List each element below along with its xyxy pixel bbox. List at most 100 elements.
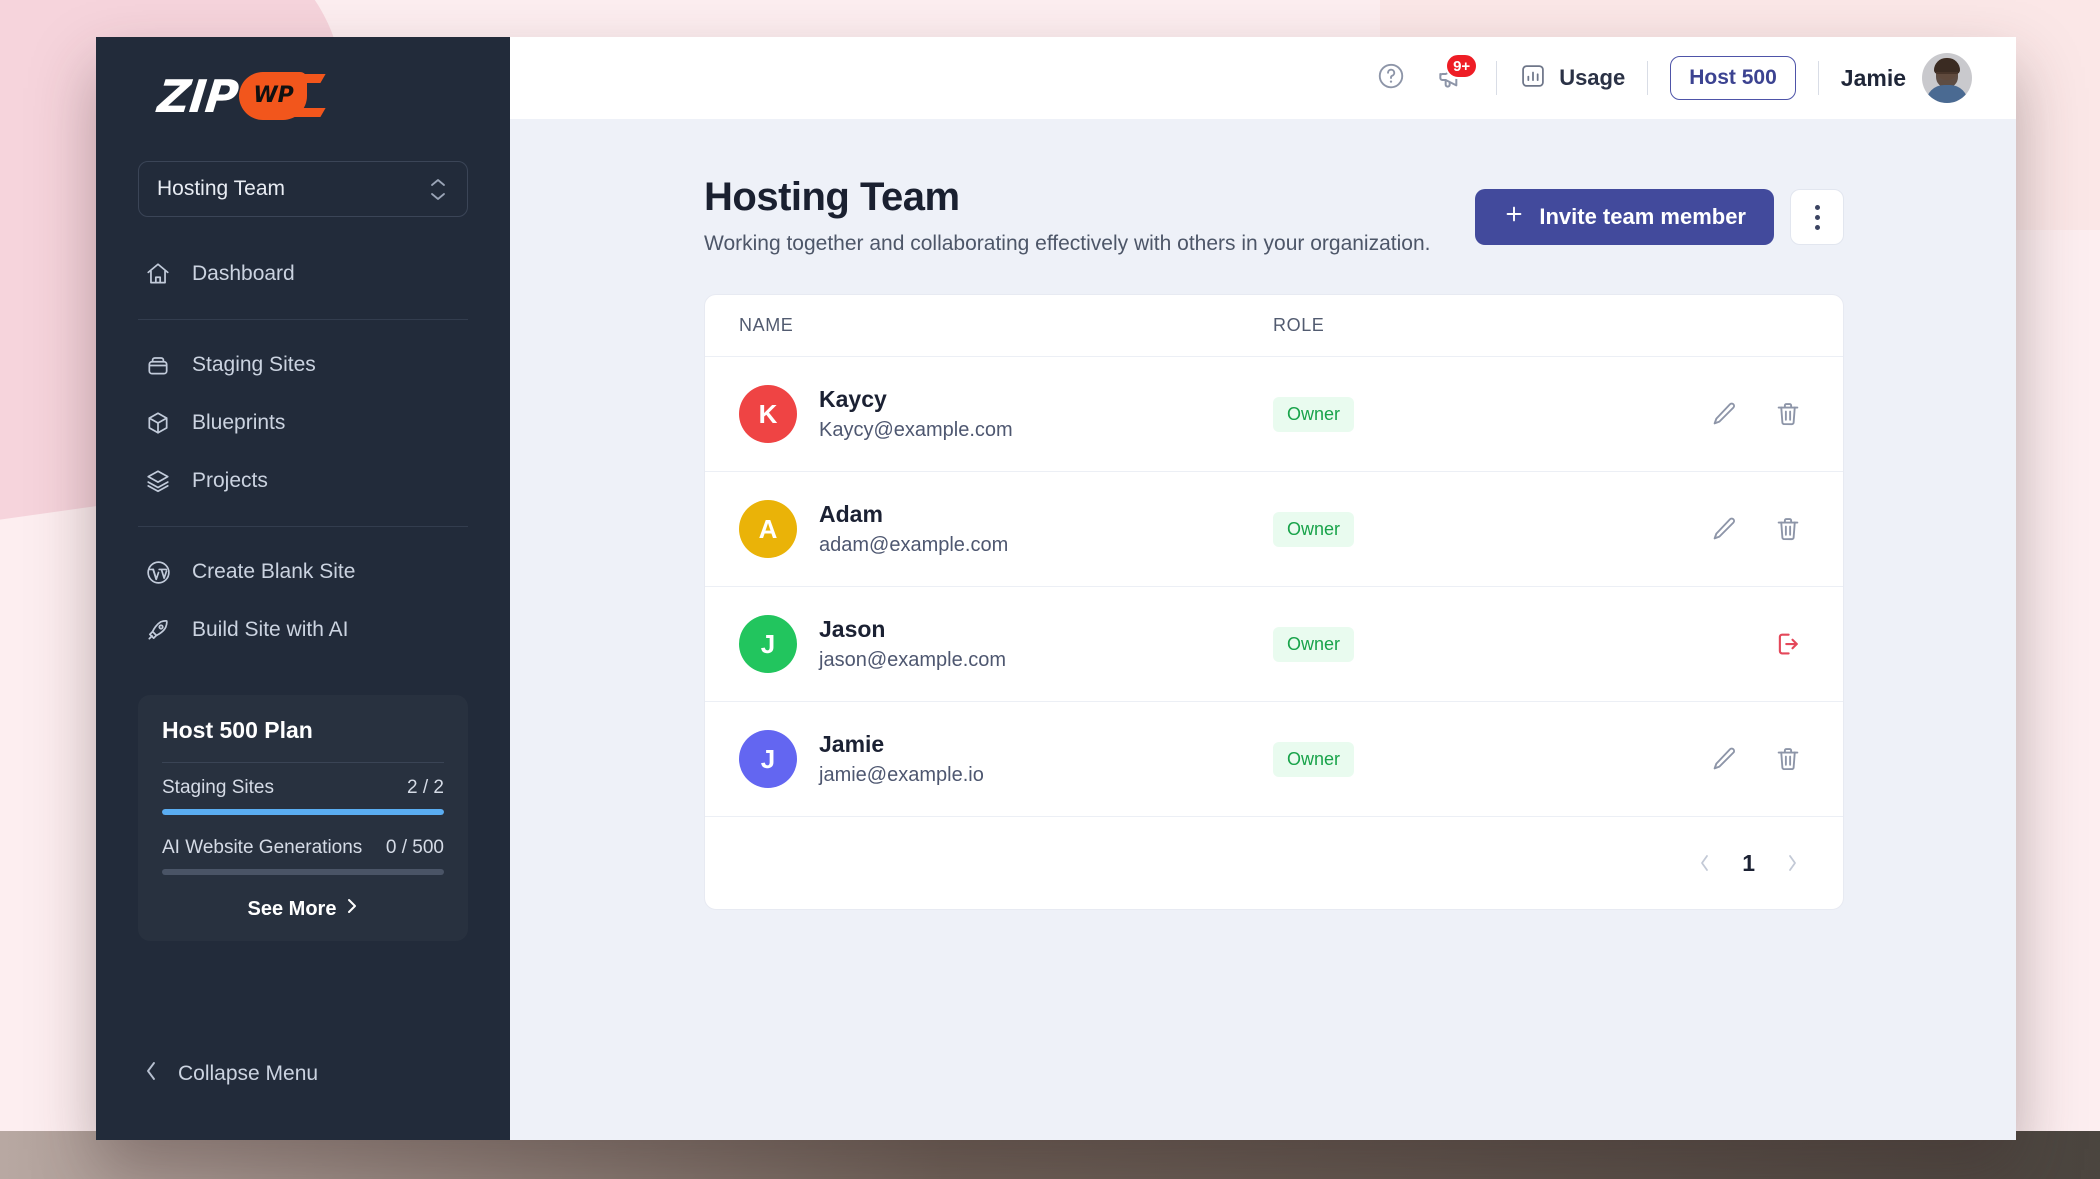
member-role-cell: Owner (1273, 397, 1709, 432)
layers-icon (144, 467, 172, 495)
edit-member-button[interactable] (1709, 399, 1739, 429)
delete-member-button[interactable] (1773, 514, 1803, 544)
help-button[interactable] (1368, 55, 1414, 101)
edit-member-button[interactable] (1709, 514, 1739, 544)
member-name: Jason (819, 616, 1006, 643)
plan-pill-button[interactable]: Host 500 (1670, 56, 1796, 100)
pagination-prev-button[interactable] (1694, 852, 1716, 874)
table-row: A Adam adam@example.com Owner (705, 472, 1843, 587)
sidebar-item-label: Blueprints (192, 411, 285, 435)
page-header: Hosting Team Working together and collab… (704, 175, 1844, 256)
delete-member-button[interactable] (1773, 744, 1803, 774)
usage-button[interactable]: Usage (1519, 62, 1625, 95)
collapse-menu-button[interactable]: Collapse Menu (96, 1060, 510, 1140)
user-menu[interactable]: Jamie (1841, 53, 1972, 103)
status-badge: Owner (1273, 512, 1354, 547)
leave-team-button[interactable] (1773, 629, 1803, 659)
table-row: JJamiejamie@example.ioOwner (705, 702, 1843, 817)
member-email: adam@example.com (819, 534, 1008, 557)
plan-card: Host 500 Plan Staging Sites 2 / 2 AI Web… (138, 695, 468, 941)
topbar-divider (1647, 61, 1648, 95)
plan-meter-fill (162, 809, 444, 815)
sidebar-divider-2 (138, 526, 468, 527)
page-header-actions: Invite team member (1475, 175, 1844, 245)
sidebar-item-blueprints[interactable]: Blueprints (138, 394, 468, 452)
member-email: Kaycy@example.com (819, 419, 1013, 442)
sidebar-item-label: Build Site with AI (192, 618, 348, 642)
home-icon (144, 260, 172, 288)
box-icon (144, 351, 172, 379)
member-email: jason@example.com (819, 649, 1006, 672)
page-subtitle: Working together and collaborating effec… (704, 232, 1430, 256)
sidebar-item-staging-sites[interactable]: Staging Sites (138, 336, 468, 394)
collapse-menu-label: Collapse Menu (178, 1062, 318, 1086)
member-actions-cell (1773, 629, 1809, 659)
more-options-button[interactable] (1790, 189, 1844, 245)
chevron-up-down-icon (429, 178, 447, 201)
table-pagination: 1 (705, 817, 1843, 909)
topbar: 9+ Usage Host 500 Jamie (510, 37, 2016, 119)
team-selector[interactable]: Hosting Team (138, 161, 468, 217)
plan-meter-value: 2 / 2 (407, 777, 444, 799)
nav-group-primary: Dashboard (96, 245, 510, 303)
member-identity-cell: JJamiejamie@example.io (739, 730, 1273, 788)
cube-icon (144, 409, 172, 437)
sidebar-item-dashboard[interactable]: Dashboard (138, 245, 468, 303)
avatar (1922, 53, 1972, 103)
nav-group-create: Create Blank Site Build Site with AI (96, 543, 510, 659)
sidebar-divider-1 (138, 319, 468, 320)
pagination-next-button[interactable] (1781, 852, 1803, 874)
edit-member-button[interactable] (1709, 744, 1739, 774)
chevron-left-icon (144, 1060, 158, 1088)
topbar-divider (1818, 61, 1819, 95)
status-badge: Owner (1273, 397, 1354, 432)
see-more-label: See More (248, 898, 337, 921)
member-role-cell: Owner (1273, 627, 1773, 662)
sidebar-item-projects[interactable]: Projects (138, 452, 468, 510)
question-circle-icon (1376, 61, 1406, 96)
member-email: jamie@example.io (819, 764, 984, 787)
zipwp-flame-icon: WP (239, 72, 321, 120)
member-name: Adam (819, 501, 1008, 528)
status-badge: Owner (1273, 742, 1354, 777)
wordpress-icon (144, 558, 172, 586)
member-avatar: A (739, 500, 797, 558)
table-row: K Kaycy Kaycy@example.com Owner (705, 357, 1843, 472)
plan-title: Host 500 Plan (162, 717, 444, 744)
table-body: K Kaycy Kaycy@example.com Owner A Adam adam@ex… (705, 357, 1843, 817)
member-name: Kaycy (819, 386, 1013, 413)
delete-member-button[interactable] (1773, 399, 1803, 429)
see-more-button[interactable]: See More (162, 897, 444, 921)
rocket-icon (144, 616, 172, 644)
plan-meter-label-row: AI Website Generations 0 / 500 (162, 837, 444, 859)
plan-meter-track (162, 809, 444, 815)
announcements-button[interactable]: 9+ (1428, 55, 1474, 101)
member-identity-cell: JJasonjason@example.com (739, 615, 1273, 673)
sidebar-item-create-blank-site[interactable]: Create Blank Site (138, 543, 468, 601)
bar-chart-icon (1519, 62, 1547, 95)
column-header-role: ROLE (1273, 315, 1809, 336)
app-logo[interactable]: ZIP WP (96, 37, 510, 145)
app-window: ZIP WP Hosting Team Dashboar (96, 37, 2016, 1140)
sidebar-item-label: Dashboard (192, 262, 295, 286)
member-role-cell: Owner (1273, 742, 1709, 777)
chevron-right-icon (346, 897, 358, 921)
plan-meter-track (162, 869, 444, 875)
page-title: Hosting Team (704, 175, 1430, 220)
member-role-cell: Owner (1273, 512, 1709, 547)
main-area: 9+ Usage Host 500 Jamie (510, 37, 2016, 1140)
pagination-current-page[interactable]: 1 (1742, 850, 1755, 877)
table-row: JJasonjason@example.comOwner (705, 587, 1843, 702)
more-vertical-icon (1815, 205, 1820, 230)
sidebar-item-label: Staging Sites (192, 353, 316, 377)
invite-team-member-button[interactable]: Invite team member (1475, 189, 1774, 245)
member-avatar: J (739, 730, 797, 788)
member-identity-cell: K Kaycy Kaycy@example.com (739, 385, 1273, 443)
invite-team-member-label: Invite team member (1539, 204, 1746, 230)
usage-label: Usage (1559, 65, 1625, 91)
member-avatar: K (739, 385, 797, 443)
sidebar-item-label: Create Blank Site (192, 560, 355, 584)
plan-divider (162, 762, 444, 763)
nav-group-sites: Staging Sites Blueprints Projects (96, 336, 510, 510)
sidebar-item-build-site-with-ai[interactable]: Build Site with AI (138, 601, 468, 659)
